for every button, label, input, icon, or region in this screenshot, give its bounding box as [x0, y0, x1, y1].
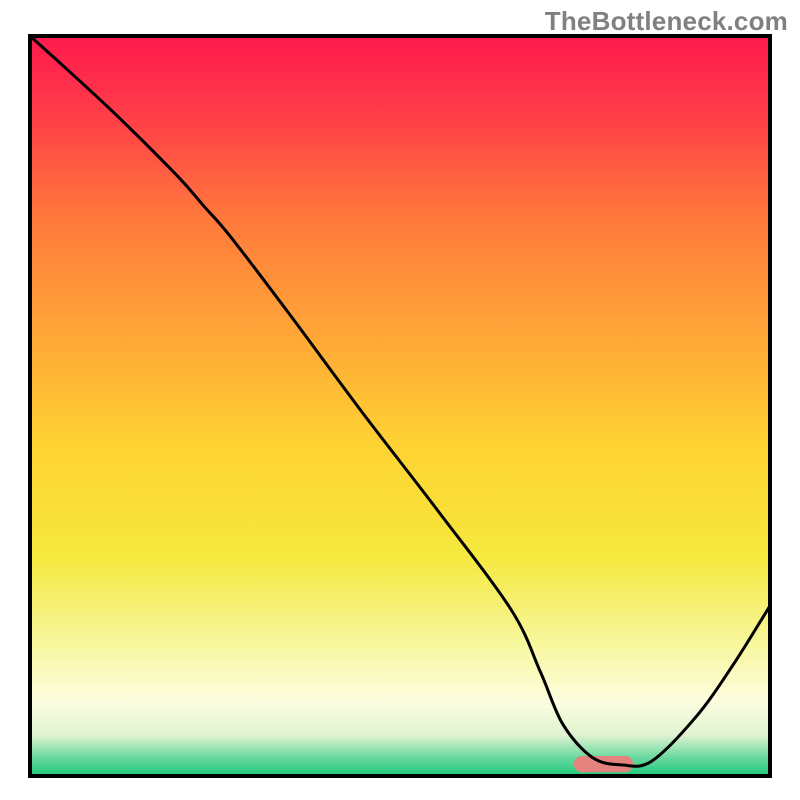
watermark-text: TheBottleneck.com	[545, 6, 788, 37]
plot-background	[30, 36, 770, 776]
bottleneck-chart	[0, 0, 800, 800]
chart-stage: TheBottleneck.com	[0, 0, 800, 800]
